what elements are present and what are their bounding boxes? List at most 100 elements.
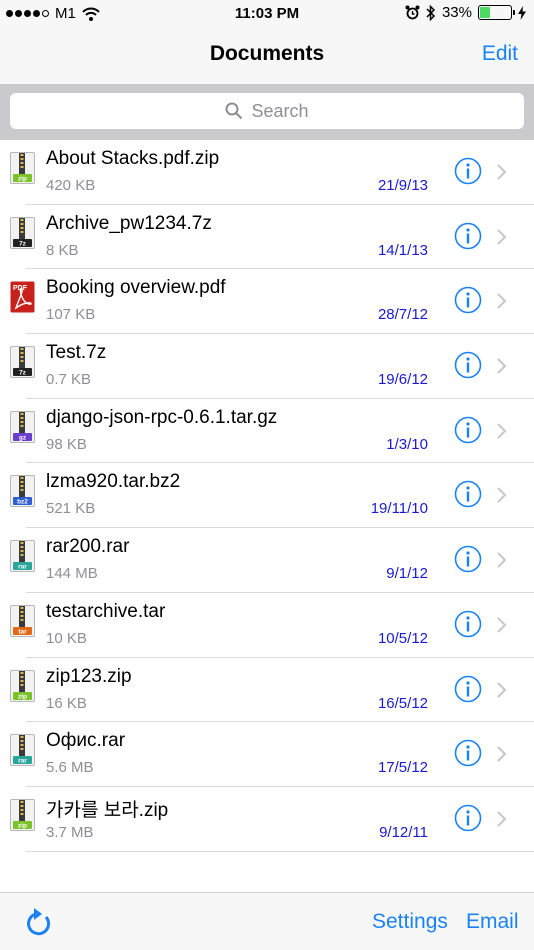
file-date: 9/12/11 [379,823,428,841]
file-size: 420 KB [46,177,96,194]
svg-text:7z: 7z [19,240,27,247]
chevron-right-icon [497,746,507,762]
info-icon[interactable] [454,416,482,444]
info-icon[interactable] [454,157,482,185]
file-row[interactable]: rar Офис.rar 5.6 MB 17/5/12 [0,722,534,787]
file-name: Офис.rar [46,730,126,752]
file-name: Booking overview.pdf [46,277,226,299]
file-size: 5.6 MB [46,759,94,777]
file-date: 1/3/10 [386,435,428,453]
chevron-right-icon [497,552,507,568]
file-date: 19/6/12 [377,371,428,389]
chevron-right-icon [497,358,507,374]
settings-button[interactable]: Settings [372,910,448,934]
svg-text:rar: rar [18,758,27,765]
chevron-right-icon [497,228,507,245]
search-bar: Search [0,84,534,140]
file-name: Test.7z [46,342,107,364]
search-input[interactable]: Search [10,93,524,129]
chevron-right-icon [497,164,507,180]
archive-file-icon: bz2 [10,475,35,508]
archive-file-icon: gz [10,410,35,443]
file-name: rar200.rar [46,536,130,558]
archive-file-icon: zip [10,152,35,184]
bluetooth-icon [426,4,436,21]
navigation-bar: Documents Edit [0,28,534,84]
file-name: zip123.zip [46,665,132,687]
svg-text:rar: rar [18,564,27,571]
edit-button[interactable]: Edit [482,42,518,66]
file-name: 가카를 보라.zip [46,799,169,821]
file-list: zip About Stacks.pdf.zip 420 KB 21/9/13 7z Ar… [0,140,534,852]
file-size: 144 MB [46,565,98,583]
file-row[interactable]: bz2 lzma920.tar.bz2 521 KB 19/11/10 [0,463,534,529]
file-row[interactable]: 7z Archive_pw1234.7z 8 KB 14/1/13 [0,205,534,270]
svg-text:gz: gz [19,434,27,441]
page-title: Documents [209,42,325,65]
info-icon[interactable] [454,739,482,767]
file-date: 14/1/13 [377,241,428,259]
file-size: 521 KB [46,500,96,518]
file-size: 8 KB [46,241,79,259]
file-date: 10/5/12 [377,629,428,647]
chevron-right-icon [497,293,507,310]
battery-percent: 33% [441,4,472,21]
file-row[interactable]: tar testarchive.tar 10 KB 10/5/12 [0,593,534,658]
svg-text:zip: zip [18,693,27,700]
svg-text:tar: tar [18,628,27,635]
file-size: 3.7 MB [46,823,94,841]
email-button[interactable]: Email [466,910,519,934]
chevron-right-icon [497,423,507,439]
battery-fill [480,7,490,18]
file-date: 9/1/12 [386,565,428,583]
file-row[interactable]: zip zip123.zip 16 KB 16/5/12 [0,658,534,723]
file-date: 17/5/12 [377,759,428,777]
archive-file-icon: zip [10,669,35,702]
info-icon[interactable] [454,610,482,638]
file-row[interactable]: PDF Booking overview.pdf 107 KB 28/7/12 [0,269,534,335]
chevron-right-icon [497,487,507,504]
svg-text:bz2: bz2 [17,499,28,506]
chevron-right-icon [497,617,507,633]
search-icon [225,102,243,120]
file-row[interactable]: gz django-json-rpc-0.6.1.tar.gz 98 KB 1/3/1… [0,399,534,464]
file-row[interactable]: zip About Stacks.pdf.zip 420 KB 21/9/13 [0,140,534,205]
info-icon[interactable] [454,286,482,314]
svg-text:zip: zip [18,176,27,183]
file-size: 107 KB [46,306,96,324]
status-right: 33% [405,4,526,21]
svg-text:7z: 7z [19,370,27,377]
file-row[interactable]: zip 가카를 보라.zip 3.7 MB 9/12/11 [0,787,534,852]
file-date: 28/7/12 [377,306,428,324]
row-separator [26,850,534,852]
file-row[interactable]: 7z Test.7z 0.7 KB 19/6/12 [0,334,534,399]
search-placeholder: Search [251,100,309,121]
info-icon[interactable] [454,675,482,703]
info-icon[interactable] [454,222,482,250]
archive-file-icon: zip [10,798,35,831]
file-name: Archive_pw1234.7z [46,212,212,234]
file-date: 19/11/10 [370,500,428,518]
file-size: 98 KB [46,435,87,453]
battery-icon [478,5,515,20]
archive-file-icon: tar [10,604,35,637]
svg-text:zip: zip [18,822,27,829]
bottom-toolbar: Settings Email [0,892,534,950]
file-name: django-json-rpc-0.6.1.tar.gz [46,406,278,428]
archive-file-icon: rar [10,734,35,767]
info-icon[interactable] [454,480,482,508]
bolt-icon [518,5,526,20]
chevron-right-icon [497,681,507,698]
refresh-icon[interactable] [24,907,52,937]
file-name: About Stacks.pdf.zip [46,148,220,169]
file-size: 0.7 KB [46,371,92,389]
file-date: 21/9/13 [377,177,428,194]
info-icon[interactable] [454,351,482,379]
file-name: lzma920.tar.bz2 [46,471,181,493]
info-icon[interactable] [454,804,482,832]
info-icon[interactable] [454,545,482,573]
file-size: 16 KB [46,694,87,712]
chevron-right-icon [497,811,507,827]
file-date: 16/5/12 [377,694,428,712]
file-row[interactable]: rar rar200.rar 144 MB 9/1/12 [0,528,534,593]
